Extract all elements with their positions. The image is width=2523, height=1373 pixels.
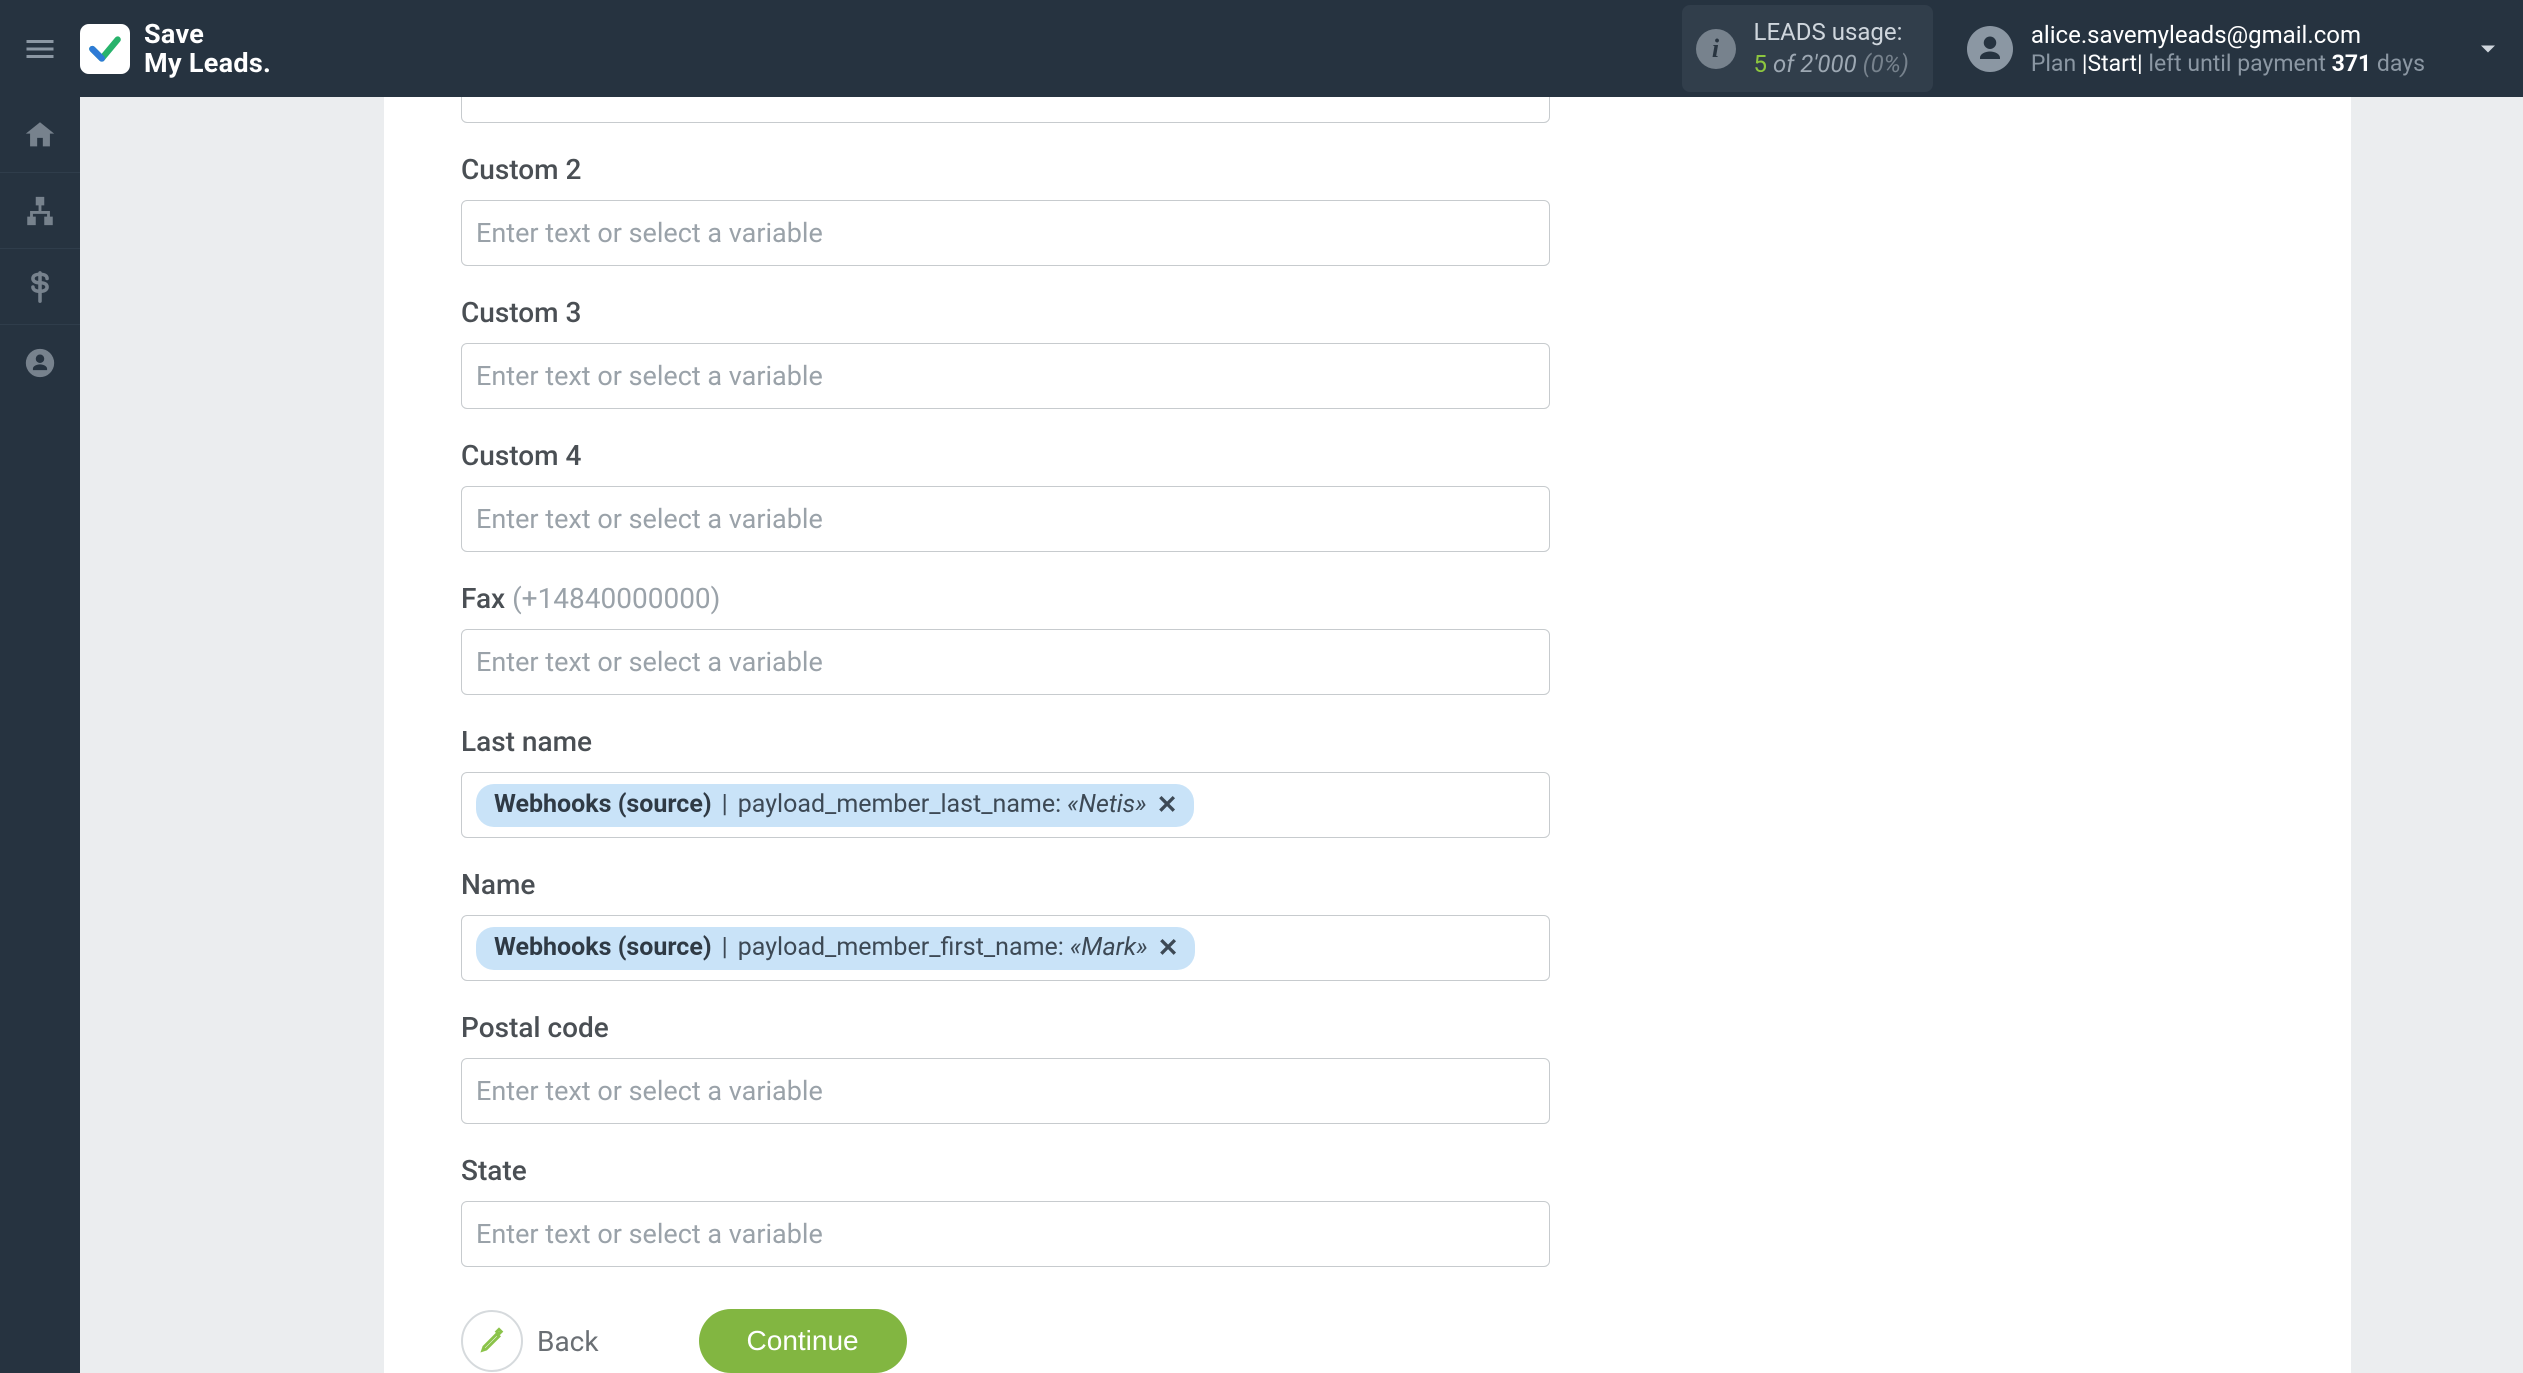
pencil-icon <box>478 1327 506 1355</box>
field-custom2: Custom 2 Enter text or select a variable <box>461 153 1564 266</box>
field-custom3: Custom 3 Enter text or select a variable <box>461 296 1564 409</box>
label-fax: Fax (+14840000000) <box>461 582 1564 615</box>
user-info: alice.savemyleads@gmail.com Plan |Start|… <box>2031 20 2425 77</box>
input-custom2[interactable]: Enter text or select a variable <box>461 200 1550 266</box>
leads-usage-panel[interactable]: i LEADS usage: 5 of 2'000 (0%) <box>1682 5 1933 91</box>
label-postal: Postal code <box>461 1011 1564 1044</box>
mapping-card: Enter text or select a variable Custom 2… <box>384 97 2351 1373</box>
top-bar: Save My Leads. i LEADS usage: 5 of 2'000… <box>0 0 2523 97</box>
continue-button[interactable]: Continue <box>699 1309 907 1373</box>
input-state[interactable]: Enter text or select a variable <box>461 1201 1550 1267</box>
logo-text: Save My Leads. <box>144 20 271 77</box>
avatar <box>1967 26 2013 72</box>
label-lastname: Last name <box>461 725 1564 758</box>
app-logo[interactable]: Save My Leads. <box>80 20 271 77</box>
hamburger-icon <box>22 31 58 67</box>
left-nav-rail <box>0 97 80 1373</box>
input-name[interactable]: Webhooks (source) | payload_member_first… <box>461 915 1550 981</box>
back-button[interactable]: Back <box>461 1310 599 1372</box>
input-custom4[interactable]: Enter text or select a variable <box>461 486 1550 552</box>
field-mapping-form: Enter text or select a variable Custom 2… <box>384 97 1564 1373</box>
leads-usage-text: LEADS usage: 5 of 2'000 (0%) <box>1754 17 1909 79</box>
user-account-block[interactable]: alice.savemyleads@gmail.com Plan |Start|… <box>1967 20 2425 77</box>
label-name: Name <box>461 868 1564 901</box>
input-custom3[interactable]: Enter text or select a variable <box>461 343 1550 409</box>
field-postal: Postal code Enter text or select a varia… <box>461 1011 1564 1124</box>
checkmark-icon <box>86 30 124 68</box>
nav-billing[interactable] <box>0 249 80 325</box>
label-custom4: Custom 4 <box>461 439 1564 472</box>
back-icon-circle <box>461 1310 523 1372</box>
menu-toggle-button[interactable] <box>0 0 80 97</box>
main-canvas: Enter text or select a variable Custom 2… <box>80 97 2523 1373</box>
sitemap-icon <box>23 194 57 228</box>
input-lastname[interactable]: Webhooks (source) | payload_member_last_… <box>461 772 1550 838</box>
field-name: Name Webhooks (source) | payload_member_… <box>461 868 1564 981</box>
field-state: State Enter text or select a variable <box>461 1154 1564 1267</box>
user-icon <box>1975 34 2005 64</box>
label-custom2: Custom 2 <box>461 153 1564 186</box>
field-fax: Fax (+14840000000) Enter text or select … <box>461 582 1564 695</box>
info-icon: i <box>1696 29 1736 69</box>
nav-connections[interactable] <box>0 173 80 249</box>
dollar-icon <box>23 270 57 304</box>
home-icon <box>23 118 57 152</box>
label-state: State <box>461 1154 1564 1187</box>
input-postal[interactable]: Enter text or select a variable <box>461 1058 1550 1124</box>
label-custom3: Custom 3 <box>461 296 1564 329</box>
account-dropdown-toggle[interactable] <box>2453 0 2523 97</box>
logo-mark <box>80 24 130 74</box>
nav-profile[interactable] <box>0 325 80 401</box>
chevron-down-icon <box>2474 35 2502 63</box>
back-label: Back <box>537 1325 599 1358</box>
remove-chip-icon[interactable]: ✕ <box>1153 790 1178 820</box>
field-custom4: Custom 4 Enter text or select a variable <box>461 439 1564 552</box>
field-custom1-partial: Enter text or select a variable <box>461 97 1564 123</box>
remove-chip-icon[interactable]: ✕ <box>1154 933 1179 963</box>
form-actions: Back Continue <box>461 1309 1564 1373</box>
variable-chip-name[interactable]: Webhooks (source) | payload_member_first… <box>476 927 1195 970</box>
variable-chip-lastname[interactable]: Webhooks (source) | payload_member_last_… <box>476 784 1194 827</box>
input-custom1[interactable]: Enter text or select a variable <box>461 97 1550 123</box>
input-fax[interactable]: Enter text or select a variable <box>461 629 1550 695</box>
nav-home[interactable] <box>0 97 80 173</box>
field-lastname: Last name Webhooks (source) | payload_me… <box>461 725 1564 838</box>
profile-icon <box>23 346 57 380</box>
